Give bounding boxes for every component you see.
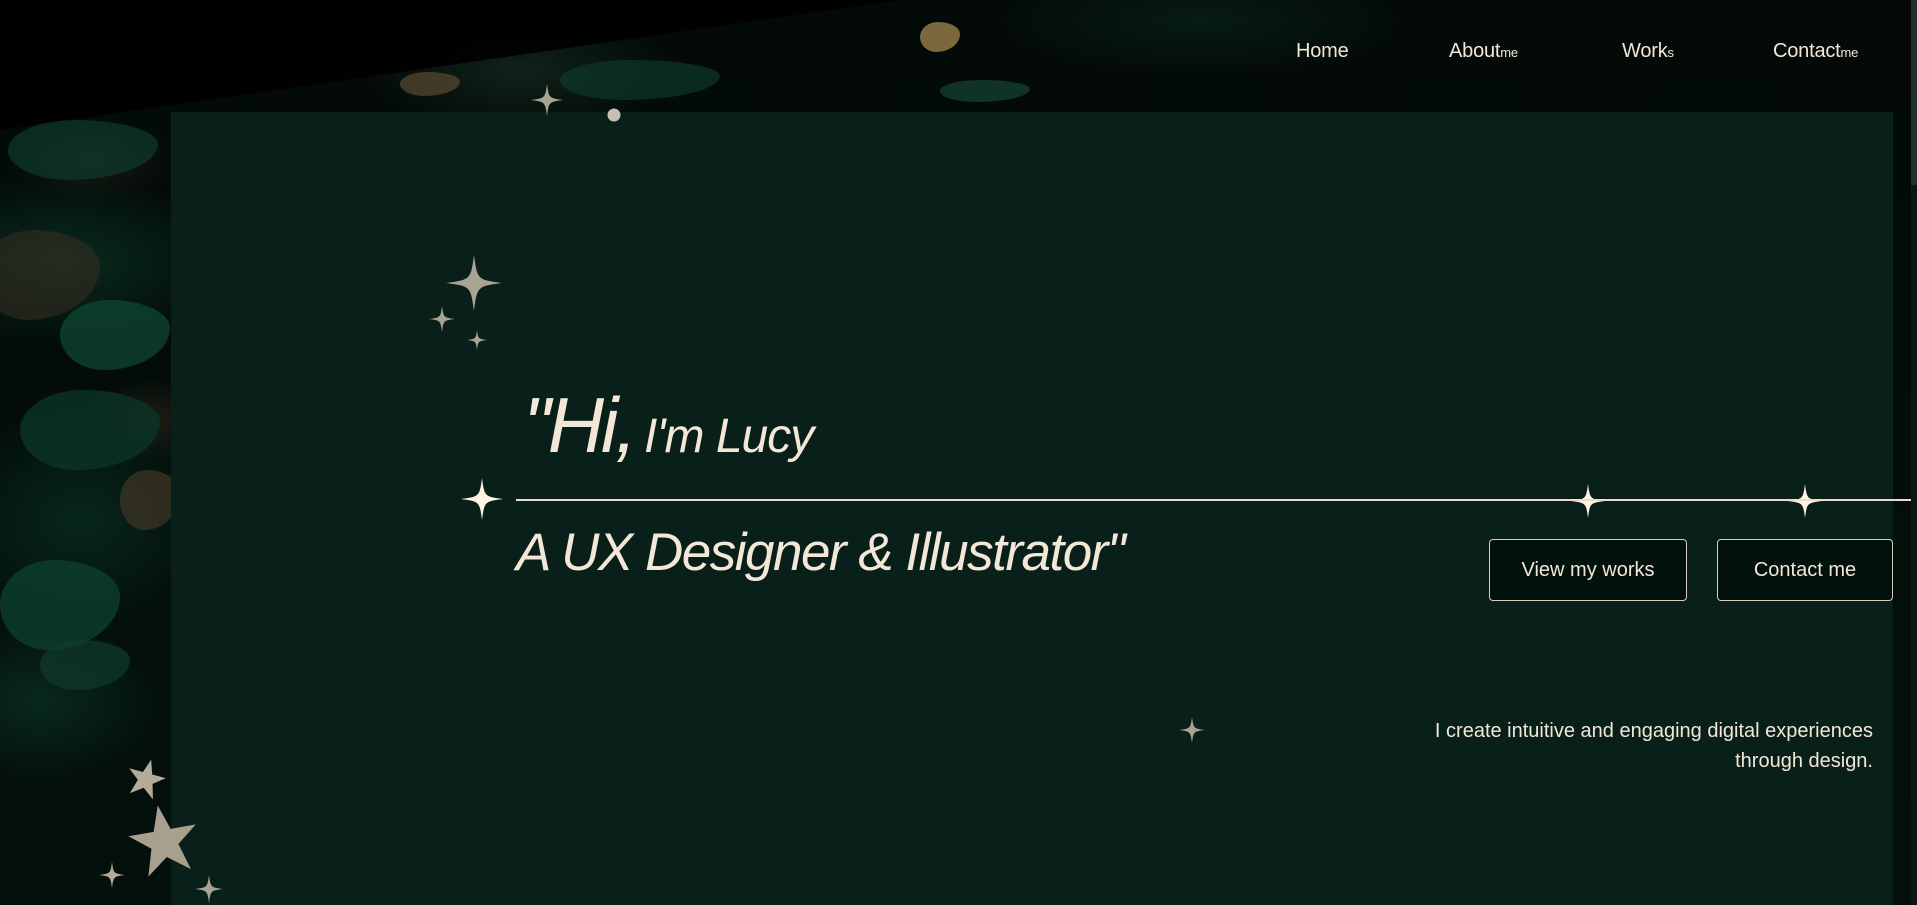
divider-line <box>516 499 1911 501</box>
background-blob <box>20 390 160 470</box>
nav-about[interactable]: Aboutme <box>1449 40 1518 63</box>
nav-home-label: Home <box>1296 40 1349 62</box>
background-blob <box>0 560 120 650</box>
sparkle-icon <box>429 306 455 332</box>
nav-contact-suffix: me <box>1840 45 1859 60</box>
background-blob <box>940 80 1030 102</box>
dot-icon <box>607 108 621 122</box>
nav-contact[interactable]: Contactme <box>1773 40 1858 63</box>
hero-panel <box>171 112 1893 905</box>
hero-subtitle: A UX Designer & Illustrator" <box>516 523 1126 582</box>
background-blob <box>60 300 170 370</box>
view-works-button[interactable]: View my works <box>1489 539 1687 601</box>
nav-works[interactable]: Works <box>1622 40 1674 63</box>
sparkle-icon <box>1788 484 1822 518</box>
hero-greeting: "Hi, I'm Lucy <box>523 380 814 471</box>
scrollbar[interactable] <box>1911 0 1917 905</box>
hero-tagline-line2: through design. <box>1735 750 1873 772</box>
hero-greeting-name: I'm Lucy <box>644 410 814 463</box>
nav-home[interactable]: Home <box>1296 40 1349 63</box>
sparkle-icon <box>1571 484 1605 518</box>
nav-contact-label: Contact <box>1773 40 1841 62</box>
sparkle-icon <box>99 862 125 888</box>
background-blob <box>400 72 460 96</box>
sparkle-icon <box>1179 717 1205 743</box>
nav-about-label: About <box>1449 40 1501 62</box>
page: Home Aboutme Works Contactme "Hi, I'm Luc… <box>0 0 1917 905</box>
background-blob <box>8 120 158 180</box>
sparkle-icon <box>446 255 502 311</box>
nav-about-suffix: me <box>1500 45 1518 60</box>
contact-me-button[interactable]: Contact me <box>1717 539 1893 601</box>
sparkle-icon <box>461 478 503 520</box>
sparkle-icon <box>531 84 563 116</box>
nav-works-suffix: s <box>1667 45 1675 60</box>
hero-tagline-line1: I create intuitive and engaging digital … <box>1434 720 1873 742</box>
scrollbar-thumb[interactable] <box>1911 0 1917 185</box>
nav-works-label: Work <box>1622 40 1668 62</box>
hero-greeting-big: "Hi, <box>523 381 637 469</box>
hero-tagline: I create intuitive and engaging digital … <box>1435 716 1873 776</box>
sparkle-icon <box>195 875 223 903</box>
background-blob <box>40 640 130 690</box>
star-icon <box>128 805 196 877</box>
background-wedge <box>0 0 900 130</box>
background-blob <box>920 22 960 52</box>
background-blob <box>560 60 720 100</box>
sparkle-icon <box>467 330 487 350</box>
star-icon <box>129 759 166 799</box>
